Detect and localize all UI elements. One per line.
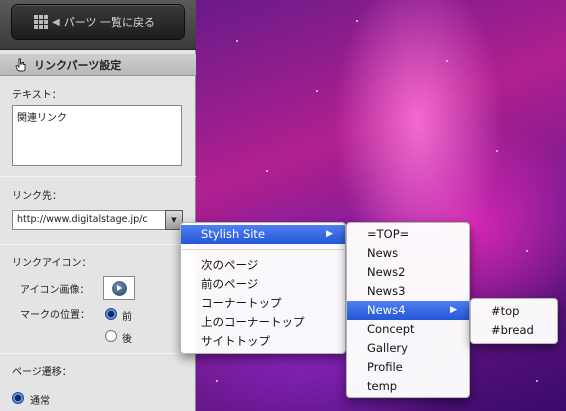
divider (0, 244, 196, 245)
menu-item-news4[interactable]: News4 ▶ (347, 301, 469, 320)
menu-item-prev-page[interactable]: 前のページ (181, 275, 345, 294)
menu-item-concept[interactable]: Concept (347, 320, 469, 339)
menu-item-corner-top[interactable]: コーナートップ (181, 294, 345, 313)
link-icon-label: リンクアイコン： (12, 258, 92, 269)
menu-item-top[interactable]: =TOP= (347, 225, 469, 244)
back-to-parts-list-button[interactable]: ◀ パーツ 一覧に戻る (11, 4, 185, 40)
menu-item-news[interactable]: News (347, 244, 469, 263)
text-field-label: テキスト： (12, 90, 62, 101)
menu-item-next-page[interactable]: 次のページ (181, 256, 345, 275)
menu-item-anchor-bread[interactable]: #bread (471, 321, 557, 340)
icon-image-picker[interactable] (103, 276, 135, 300)
settings-panel: ◀ パーツ 一覧に戻る リンクパーツ設定 テキスト： 関連リンク リンク先： h… (0, 0, 196, 411)
page-transition-label: ページ遷移： (12, 367, 72, 378)
menu-item-anchor-top[interactable]: #top (471, 302, 557, 321)
menu-separator (182, 249, 344, 250)
menu-item-stylish-site[interactable]: Stylish Site ▶ (181, 225, 345, 244)
mark-before-radio[interactable] (105, 308, 117, 320)
menu-item-news3[interactable]: News3 (347, 282, 469, 301)
menu-item-temp[interactable]: temp (347, 377, 469, 396)
hand-pointer-icon (15, 58, 26, 71)
news4-submenu: #top #bread (470, 298, 558, 344)
submenu-arrow-icon: ▶ (450, 305, 457, 315)
transition-normal-label: 通常 (30, 396, 50, 407)
menu-item-label: Stylish Site (201, 227, 266, 241)
divider (0, 353, 196, 354)
link-text-input[interactable]: 関連リンク (12, 105, 182, 166)
menu-item-site-top[interactable]: サイトトップ (181, 332, 345, 351)
back-button-label: パーツ 一覧に戻る (63, 16, 155, 29)
submenu-arrow-icon: ▶ (326, 229, 333, 239)
link-target-menu: Stylish Site ▶ 次のページ 前のページ コーナートップ 上のコーナ… (180, 222, 346, 354)
mark-after-label: 後 (122, 334, 132, 345)
stylish-site-submenu: =TOP= News News2 News3 News4 ▶ Concept G… (346, 222, 470, 398)
icon-image-label: アイコン画像： (20, 285, 90, 296)
chevron-left-icon: ◀ (52, 16, 60, 28)
mark-position-label: マークの位置： (20, 310, 90, 321)
transition-normal-radio[interactable] (12, 392, 24, 404)
link-target-label: リンク先： (12, 191, 62, 202)
menu-item-profile[interactable]: Profile (347, 358, 469, 377)
mark-after-radio[interactable] (105, 330, 117, 342)
panel-topbar: ◀ パーツ 一覧に戻る (0, 0, 196, 50)
play-arrow-icon (111, 280, 127, 296)
menu-item-parent-corner-top[interactable]: 上のコーナートップ (181, 313, 345, 332)
section-title: リンクパーツ設定 (34, 58, 122, 72)
mark-before-label: 前 (122, 312, 132, 323)
section-header: リンクパーツ設定 (0, 54, 196, 76)
grid-icon (34, 15, 48, 29)
menu-item-gallery[interactable]: Gallery (347, 339, 469, 358)
chevron-down-icon: ▼ (171, 216, 177, 224)
menu-item-news2[interactable]: News2 (347, 263, 469, 282)
menu-item-label: News4 (367, 303, 406, 317)
link-url-field[interactable]: http://www.digitalstage.jp/c (12, 210, 170, 230)
divider (0, 176, 196, 177)
